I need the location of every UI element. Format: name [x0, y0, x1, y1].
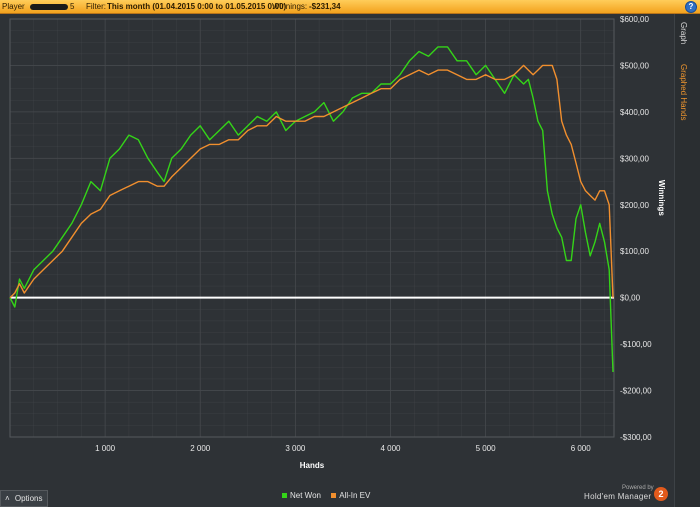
- legend-item-all-in-ev[interactable]: All-In EV: [331, 491, 370, 500]
- options-button[interactable]: ˄ Options: [0, 490, 48, 507]
- y-tick-label: $0,00: [620, 294, 641, 303]
- redacted-player-name: [30, 4, 68, 10]
- x-tick-label: 4 000: [380, 444, 401, 453]
- powered-by-text: Powered by: [622, 485, 654, 491]
- options-label: Options: [14, 494, 43, 503]
- y-tick-label: -$100,00: [620, 340, 652, 349]
- x-axis-ticks: 1 000 2 000 3 000 4 000 5 000 6 000: [95, 444, 591, 453]
- filter-bar: Player 5 Filter: This month (01.04.2015 …: [0, 0, 700, 14]
- player-label: Player: [2, 2, 25, 11]
- y-tick-label: $400,00: [620, 108, 649, 117]
- y-tick-label: $600,00: [620, 15, 649, 24]
- side-tab-panel: Graph Graphed Hands: [674, 14, 700, 507]
- winnings-graph: 1 000 2 000 3 000 4 000 5 000 6 000 $600,00 $5…: [9, 15, 666, 470]
- legend-label-all-in-ev: All-In EV: [339, 491, 371, 500]
- y-tick-label: $300,00: [620, 154, 649, 163]
- legend-label-net-won: Net Won: [290, 491, 321, 500]
- y-tick-label: $100,00: [620, 247, 649, 256]
- y-axis-ticks: $600,00 $500,00 $400,00 $300,00 $200,00 $100,…: [620, 15, 652, 442]
- filter-label: Filter:: [86, 2, 106, 11]
- y-tick-label: $200,00: [620, 201, 649, 210]
- chevron-up-icon: ˄: [5, 494, 10, 503]
- legend-item-net-won[interactable]: Net Won: [282, 491, 323, 500]
- legend-swatch-net-won: [282, 493, 287, 499]
- product-name: Hold'em Manager: [584, 492, 652, 501]
- y-axis-title: Winnings: [657, 180, 666, 216]
- hm2-logo-badge: 2: [654, 487, 668, 501]
- winnings-value: -$231,34: [309, 2, 341, 11]
- filter-value[interactable]: This month (01.04.2015 0:00 to 01.05.201…: [107, 0, 286, 13]
- tab-graph[interactable]: Graph: [679, 22, 688, 44]
- grid-lines: [9, 18, 615, 438]
- x-tick-label: 3 000: [285, 444, 306, 453]
- winnings-label: Winnings:: [272, 2, 308, 11]
- x-tick-label: 2 000: [190, 444, 211, 453]
- player-suffix: 5: [70, 2, 75, 11]
- help-icon[interactable]: ?: [685, 1, 697, 13]
- chart-legend: Net Won All-In EV: [282, 491, 378, 500]
- x-tick-label: 6 000: [571, 444, 592, 453]
- tab-graphed-hands[interactable]: Graphed Hands: [679, 64, 688, 120]
- x-axis-title: Hands: [300, 461, 325, 470]
- series-lines: [9, 46, 614, 373]
- y-tick-label: -$300,00: [620, 433, 652, 442]
- x-tick-label: 5 000: [476, 444, 497, 453]
- y-tick-label: $500,00: [620, 61, 649, 70]
- legend-swatch-all-in-ev: [331, 493, 337, 499]
- y-tick-label: -$200,00: [620, 387, 652, 396]
- x-tick-label: 1 000: [95, 444, 116, 453]
